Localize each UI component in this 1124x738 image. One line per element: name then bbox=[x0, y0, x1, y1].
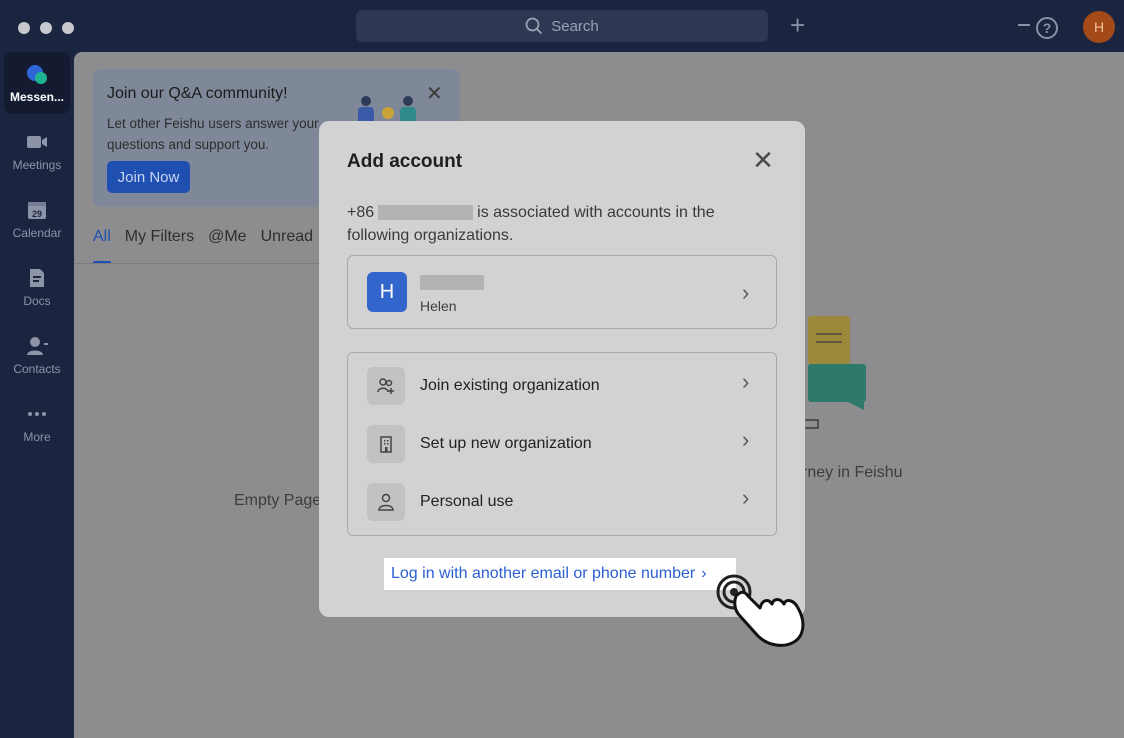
chevron-right-icon: › bbox=[742, 485, 750, 510]
message-filter-tabs: All My Filters @Me Unread bbox=[93, 228, 313, 246]
pointer-hand-icon bbox=[716, 574, 805, 647]
close-icon[interactable]: ✕ bbox=[751, 147, 775, 173]
sidebar-item-label: Docs bbox=[23, 294, 51, 308]
chevron-right-icon: › bbox=[742, 369, 750, 394]
redacted-phone bbox=[378, 205, 474, 221]
calendar-day: 29 bbox=[32, 209, 42, 219]
sidebar: Messen... Meetings 29 Calendar Docs Cont… bbox=[0, 52, 74, 738]
tab-divider bbox=[74, 263, 334, 264]
chevron-right-icon: › bbox=[701, 565, 707, 582]
empty-page-text: Empty Page bbox=[234, 492, 322, 509]
building-icon bbox=[367, 425, 405, 463]
organization-card[interactable]: H Helen › bbox=[347, 255, 777, 329]
sidebar-item-label: Meetings bbox=[12, 158, 62, 172]
option-label: Join existing organization bbox=[420, 377, 600, 394]
dialog-description: +86 is associated with accounts in the fo… bbox=[347, 201, 767, 247]
docs-icon bbox=[25, 266, 49, 290]
sidebar-item-calendar[interactable]: 29 Calendar bbox=[4, 188, 70, 250]
window-close-dot[interactable] bbox=[18, 22, 30, 34]
sidebar-item-label: Contacts bbox=[13, 362, 61, 376]
help-icon[interactable]: ? bbox=[1036, 17, 1058, 39]
window-minimize-dot[interactable] bbox=[40, 22, 52, 34]
chevron-right-icon: › bbox=[742, 427, 750, 452]
dialog-title: Add account bbox=[347, 151, 463, 172]
more-dots-icon bbox=[25, 402, 49, 426]
sidebar-item-contacts[interactable]: Contacts bbox=[4, 324, 70, 386]
organization-avatar: H bbox=[367, 272, 407, 312]
search-icon bbox=[525, 17, 543, 35]
join-existing-organization-option[interactable]: Join existing organization › bbox=[348, 353, 776, 411]
tab-at-me[interactable]: @Me bbox=[208, 228, 246, 246]
banner-title: Join our Q&A community! bbox=[107, 85, 288, 102]
window-maximize-dot[interactable] bbox=[62, 22, 74, 34]
tab-my-filters[interactable]: My Filters bbox=[125, 228, 194, 246]
user-avatar[interactable]: H bbox=[1083, 11, 1115, 43]
join-organization-icon bbox=[367, 367, 405, 405]
sidebar-item-messenger[interactable]: Messen... bbox=[4, 52, 70, 114]
personal-use-option[interactable]: Personal use › bbox=[348, 469, 776, 527]
banner-text: Let other Feishu users answer your quest… bbox=[107, 116, 319, 152]
search-placeholder: Search bbox=[551, 17, 599, 35]
redacted-org-name bbox=[420, 275, 484, 290]
account-options-list: Join existing organization › Set up new … bbox=[347, 352, 777, 536]
chat-illustration-icon bbox=[803, 316, 866, 429]
journey-text: rney in Feishu bbox=[802, 464, 903, 481]
add-account-dialog: Add account ✕ +86 is associated with acco… bbox=[319, 121, 805, 617]
join-now-button[interactable]: Join Now bbox=[107, 161, 190, 193]
sidebar-item-label: Messen... bbox=[9, 90, 65, 104]
phone-prefix: +86 bbox=[347, 204, 375, 221]
login-another-account-link[interactable]: Log in with another email or phone numbe… bbox=[384, 558, 736, 590]
messenger-icon bbox=[25, 62, 49, 86]
set-up-new-organization-option[interactable]: Set up new organization › bbox=[348, 411, 776, 469]
contacts-icon bbox=[25, 334, 49, 358]
option-label: Set up new organization bbox=[420, 435, 592, 452]
video-camera-icon bbox=[25, 130, 49, 154]
plus-icon[interactable]: + bbox=[790, 12, 805, 38]
minimize-icon[interactable] bbox=[1018, 24, 1030, 26]
calendar-icon: 29 bbox=[25, 198, 49, 222]
close-icon[interactable]: ✕ bbox=[426, 81, 443, 106]
person-icon bbox=[367, 483, 405, 521]
sidebar-item-label: More bbox=[23, 430, 51, 444]
organization-user-name: Helen bbox=[420, 298, 457, 314]
sidebar-item-meetings[interactable]: Meetings bbox=[4, 120, 70, 182]
chevron-right-icon: › bbox=[742, 280, 750, 305]
login-link-label: Log in with another email or phone numbe… bbox=[391, 565, 696, 582]
tab-unread[interactable]: Unread bbox=[261, 228, 313, 246]
option-label: Personal use bbox=[420, 493, 514, 510]
sidebar-item-label: Calendar bbox=[12, 226, 62, 240]
sidebar-item-more[interactable]: More bbox=[4, 392, 70, 454]
tab-all[interactable]: All bbox=[93, 228, 111, 246]
sidebar-item-docs[interactable]: Docs bbox=[4, 256, 70, 318]
title-bar: Search + ? H bbox=[0, 0, 1124, 52]
search-bar[interactable]: Search bbox=[356, 10, 768, 42]
